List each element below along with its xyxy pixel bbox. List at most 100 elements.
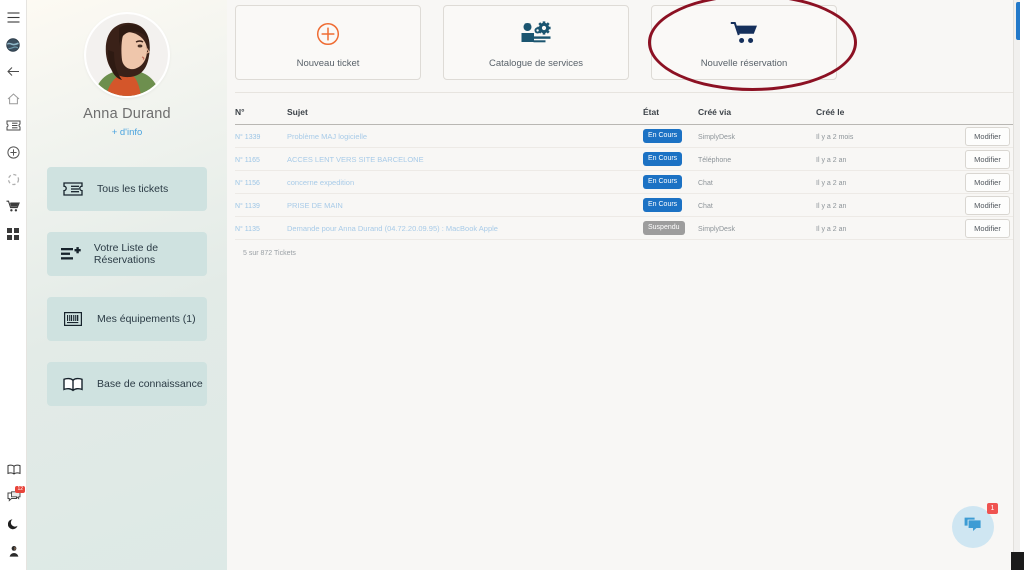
card-label: Catalogue de services (489, 58, 583, 69)
chat-unread-badge: 12 (15, 486, 25, 493)
table-row[interactable]: N° 1339 Problème MAJ logicielle En Cours… (235, 125, 1016, 148)
ticket-subject-link[interactable]: Demande pour Anna Durand (04.72.20.09.95… (287, 224, 498, 233)
plus-circle-icon[interactable] (0, 139, 27, 166)
cell-action: Modifier (934, 217, 1016, 240)
cell-etat: En Cours (643, 171, 698, 194)
cell-numero: N° 1156 (235, 171, 287, 194)
cell-cree-le: Il y a 2 an (816, 148, 934, 171)
cell-sujet: ACCES LENT VERS SITE BARCELONE (287, 148, 643, 171)
table-row[interactable]: N° 1156 concerne expedition En Cours Cha… (235, 171, 1016, 194)
ticket-count-note: 5 sur 872 Tickets (235, 240, 1016, 257)
ticket-subject-link[interactable]: Problème MAJ logicielle (287, 132, 367, 141)
col-header-numero[interactable]: N° (235, 107, 287, 125)
book-icon[interactable] (0, 456, 27, 483)
sidebar-item-mes-equipements[interactable]: Mes équipements (1) (47, 297, 207, 341)
ticket-subject-link[interactable]: PRISE DE MAIN (287, 201, 343, 210)
refresh-icon[interactable] (0, 166, 27, 193)
cell-cree-via: Téléphone (698, 148, 816, 171)
col-header-sujet[interactable]: Sujet (287, 107, 643, 125)
list-plus-icon (60, 247, 83, 261)
hamburger-menu-icon[interactable] (0, 4, 27, 31)
cell-cree-le: Il y a 2 an (816, 171, 934, 194)
col-header-etat[interactable]: État (643, 107, 698, 125)
cell-action: Modifier (934, 125, 1016, 148)
cell-sujet: PRISE DE MAIN (287, 194, 643, 217)
sidebar-item-base-de-connaissance[interactable]: Base de connaissance (47, 362, 207, 406)
tickets-table: N° Sujet État Créé via Créé le N° 1339 P… (235, 107, 1016, 240)
status-badge: En Cours (643, 198, 682, 212)
ticket-number-link[interactable]: N° 1139 (235, 203, 260, 210)
col-header-cree-via[interactable]: Créé via (698, 107, 816, 125)
back-arrow-icon[interactable] (0, 58, 27, 85)
card-nouvelle-reservation[interactable]: Nouvelle réservation (651, 5, 837, 80)
cart-icon (730, 17, 758, 51)
cell-sujet: Demande pour Anna Durand (04.72.20.09.95… (287, 217, 643, 240)
cell-action: Modifier (934, 148, 1016, 171)
modifier-button[interactable]: Modifier (965, 150, 1010, 169)
table-body: N° 1339 Problème MAJ logicielle En Cours… (235, 125, 1016, 240)
modifier-button[interactable]: Modifier (965, 196, 1010, 215)
profile-sidebar: Anna Durand + d'info Tous les tickets (27, 0, 227, 570)
cell-numero: N° 1339 (235, 125, 287, 148)
user-avatar-icon[interactable] (0, 537, 27, 564)
ticket-icon[interactable] (0, 112, 27, 139)
avatar (86, 14, 168, 96)
cell-numero: N° 1135 (235, 217, 287, 240)
cell-action: Modifier (934, 194, 1016, 217)
book-open-icon (60, 377, 86, 392)
rail-bottom-group: 12 (0, 456, 27, 564)
modifier-button[interactable]: Modifier (965, 173, 1010, 192)
app-root: 12 (0, 0, 1024, 570)
sidebar-nav: Tous les tickets Votre Liste de Réservat… (27, 167, 227, 427)
ticket-number-link[interactable]: N° 1156 (235, 180, 260, 187)
status-badge: En Cours (643, 175, 682, 189)
sidebar-item-label: Base de connaissance (97, 378, 203, 390)
moon-icon[interactable] (0, 510, 27, 537)
home-icon[interactable] (0, 85, 27, 112)
table-row[interactable]: N° 1135 Demande pour Anna Durand (04.72.… (235, 217, 1016, 240)
col-header-cree-le[interactable]: Créé le (816, 107, 934, 125)
status-badge: En Cours (643, 129, 682, 143)
cell-cree-le: Il y a 2 mois (816, 125, 934, 148)
cell-cree-via: SimplyDesk (698, 217, 816, 240)
right-edge-strip (1020, 0, 1024, 570)
plus-circle-icon (316, 17, 340, 51)
cell-etat: En Cours (643, 125, 698, 148)
modifier-button[interactable]: Modifier (965, 219, 1010, 238)
left-icon-rail: 12 (0, 0, 27, 570)
ticket-number-link[interactable]: N° 1165 (235, 157, 260, 164)
table-row[interactable]: N° 1139 PRISE DE MAIN En Cours Chat Il y… (235, 194, 1016, 217)
barcode-icon (60, 312, 86, 326)
cell-etat: En Cours (643, 194, 698, 217)
sidebar-item-votre-liste-de-reservations[interactable]: Votre Liste de Réservations (47, 232, 207, 276)
chat-widget-button[interactable]: 1 (952, 506, 994, 548)
modifier-button[interactable]: Modifier (965, 127, 1010, 146)
sidebar-item-tous-les-tickets[interactable]: Tous les tickets (47, 167, 207, 211)
globe-icon[interactable] (0, 31, 27, 58)
ticket-number-link[interactable]: N° 1339 (235, 134, 260, 141)
cell-cree-via: SimplyDesk (698, 125, 816, 148)
cell-cree-via: Chat (698, 194, 816, 217)
card-catalogue-de-services[interactable]: Catalogue de services (443, 5, 629, 80)
status-badge: En Cours (643, 152, 682, 166)
table-header-row: N° Sujet État Créé via Créé le (235, 107, 1016, 125)
grid-apps-icon[interactable] (0, 220, 27, 247)
chat-bubbles-icon (963, 516, 983, 539)
cart-icon[interactable] (0, 193, 27, 220)
profile-more-info-link[interactable]: + d'info (112, 127, 143, 138)
ticket-subject-link[interactable]: ACCES LENT VERS SITE BARCELONE (287, 155, 424, 164)
cell-cree-le: Il y a 2 an (816, 217, 934, 240)
bottom-right-corner-block (1011, 552, 1024, 570)
ticket-number-link[interactable]: N° 1135 (235, 226, 260, 233)
sidebar-item-label: Mes équipements (1) (97, 313, 196, 325)
cell-numero: N° 1139 (235, 194, 287, 217)
chat-icon[interactable]: 12 (0, 483, 27, 510)
cell-sujet: concerne expedition (287, 171, 643, 194)
card-nouveau-ticket[interactable]: Nouveau ticket (235, 5, 421, 80)
tickets-table-wrap: N° Sujet État Créé via Créé le N° 1339 P… (227, 93, 1024, 257)
main-content: Nouveau ticket (227, 0, 1024, 570)
cell-sujet: Problème MAJ logicielle (287, 125, 643, 148)
table-row[interactable]: N° 1165 ACCES LENT VERS SITE BARCELONE E… (235, 148, 1016, 171)
ticket-subject-link[interactable]: concerne expedition (287, 178, 354, 187)
profile-name: Anna Durand (83, 106, 171, 122)
